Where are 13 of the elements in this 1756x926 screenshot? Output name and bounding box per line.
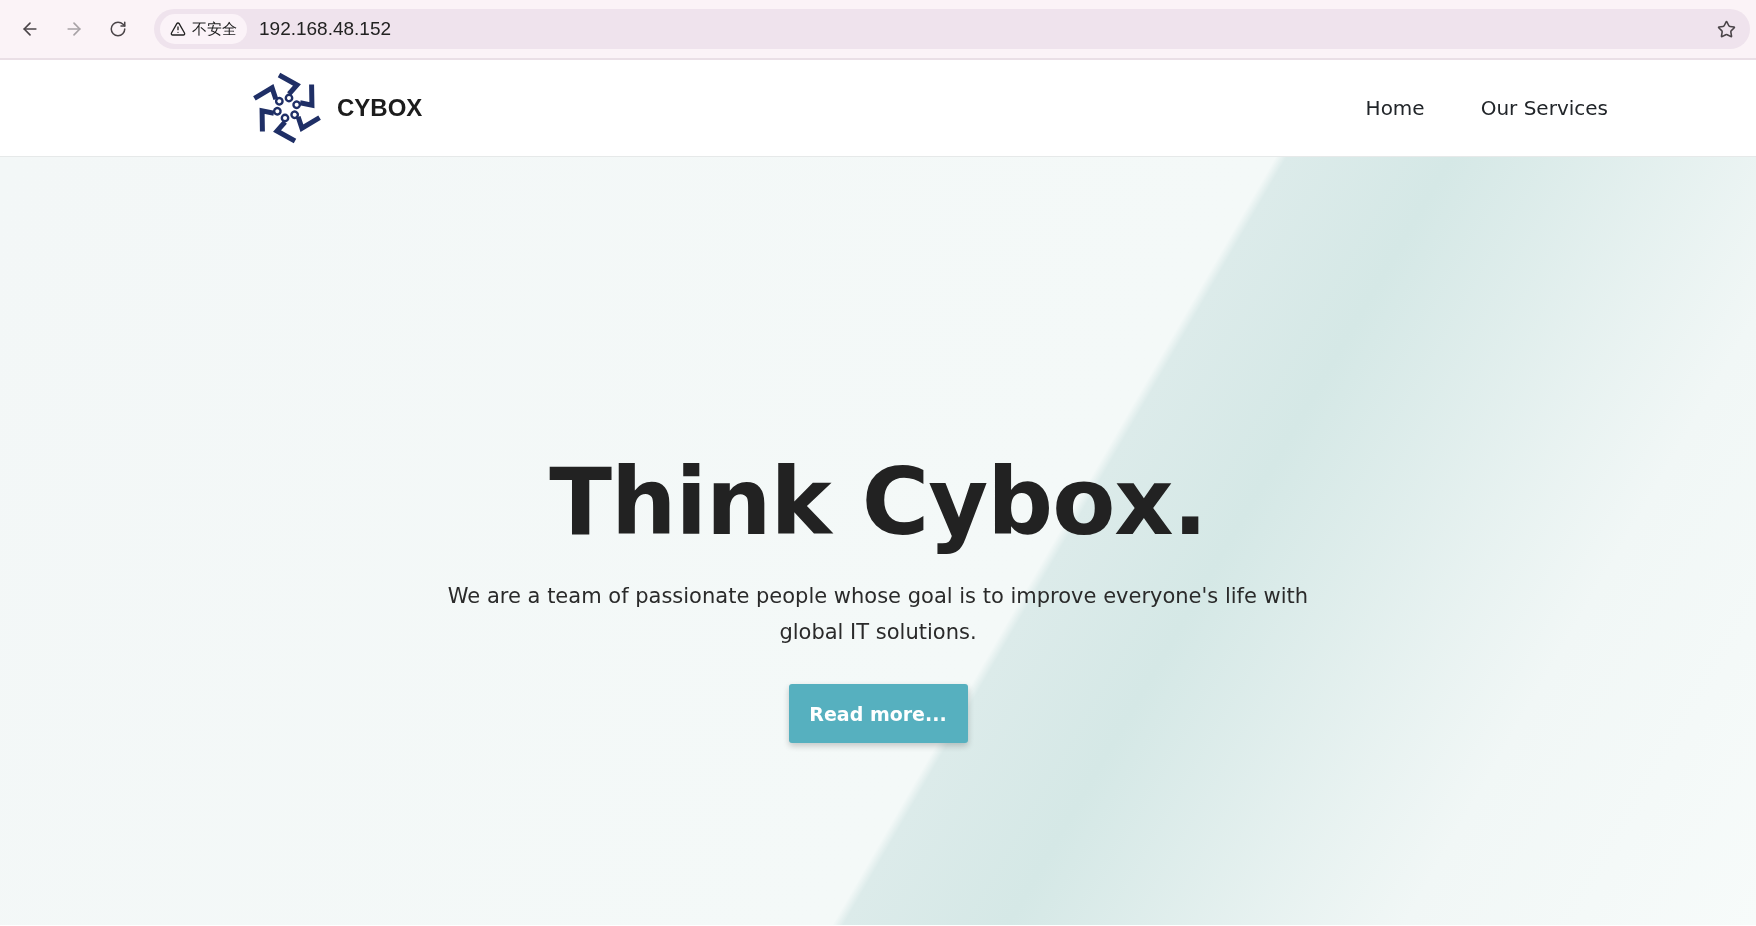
nav-link[interactable]: Our Services bbox=[1480, 96, 1608, 120]
url-text: 192.168.48.152 bbox=[259, 18, 393, 40]
logo-icon bbox=[252, 70, 322, 146]
brand-name: CYBOX bbox=[337, 94, 423, 122]
security-label: 不安全 bbox=[192, 19, 237, 39]
address-bar[interactable]: 不安全 192.168.48.152 bbox=[154, 9, 1750, 49]
nav-link[interactable]: Home bbox=[1365, 96, 1425, 120]
security-chip[interactable]: 不安全 bbox=[160, 14, 247, 44]
star-icon bbox=[1716, 19, 1736, 39]
reload-icon bbox=[109, 20, 127, 38]
warning-icon bbox=[170, 21, 186, 37]
hero-title: Think Cybox. bbox=[549, 449, 1207, 556]
hero-subtitle: We are a team of passionate people whose goal is to improve everyone's life with global IT solutions. bbox=[446, 583, 1310, 646]
